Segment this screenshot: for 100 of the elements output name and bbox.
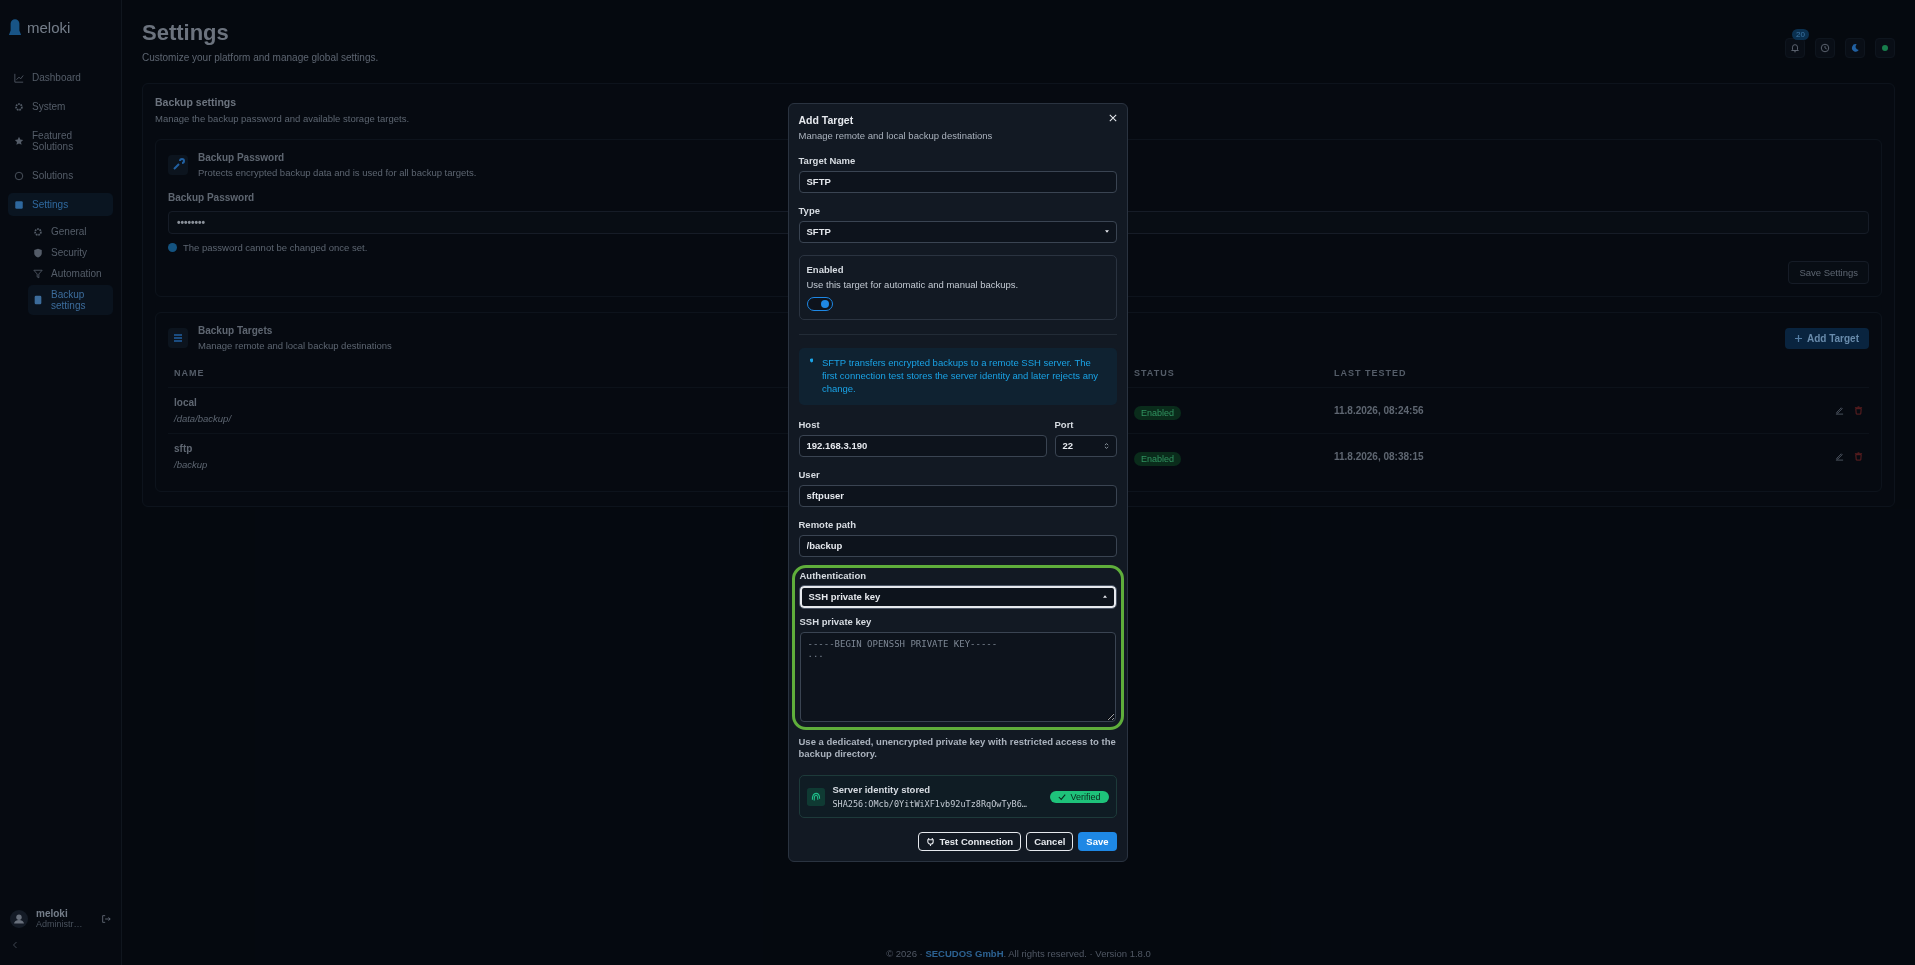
nav-item[interactable]: Dashboard (8, 66, 113, 89)
stepper-icon[interactable] (1103, 441, 1109, 450)
field-label: Authentication (799, 569, 867, 581)
test-connection-button[interactable]: Test Connection (918, 832, 1022, 852)
chart-icon (14, 72, 24, 83)
nav-subitem[interactable]: Automation (28, 264, 113, 283)
field-label: Target Name (798, 154, 857, 166)
database-icon (33, 295, 43, 305)
verified-badge: Verified (1050, 790, 1109, 803)
help-button[interactable] (1815, 38, 1835, 58)
gear-icon (14, 101, 24, 112)
private-key-field[interactable]: -----BEGIN OPENSSH PRIVATE KEY----- ... (799, 631, 1116, 722)
clock-icon (1820, 43, 1830, 53)
check-icon (1058, 792, 1067, 801)
field-label: Port (1054, 418, 1075, 430)
key-icon (168, 155, 188, 175)
status-button[interactable] (1875, 38, 1895, 58)
status-tag: Enabled (1134, 405, 1182, 420)
target-name: local (174, 397, 197, 408)
chevron-left-icon[interactable] (12, 941, 18, 949)
authentication-select[interactable]: SSH private key (799, 585, 1116, 608)
info-icon (168, 243, 177, 252)
nav-item[interactable]: Solutions (8, 164, 113, 187)
moon-icon (1850, 43, 1860, 53)
field-label: Remote path (798, 518, 858, 530)
type-select[interactable]: SFTP (798, 220, 1117, 243)
nav-item[interactable]: Featured Solutions (8, 124, 113, 158)
user-avatar-icon (10, 909, 28, 928)
user-name: meloki (36, 908, 69, 919)
last-tested-cell: 11.8.2026, 08:38:15 (1334, 451, 1424, 462)
edit-icon[interactable] (1835, 452, 1844, 461)
fingerprint-icon (806, 787, 825, 806)
add-target-button[interactable]: Add Target (1784, 327, 1869, 349)
card-title: Backup Password (198, 152, 285, 163)
nav-item[interactable]: Settings (8, 193, 113, 216)
status-dot-icon (1882, 45, 1888, 51)
user-field[interactable]: sftpuser (798, 484, 1117, 507)
nav-subitem[interactable]: Security (28, 243, 113, 262)
plug-icon (926, 837, 936, 847)
edit-icon[interactable] (1835, 406, 1844, 415)
field-label: User (798, 468, 821, 480)
dialog-subtitle: Manage remote and local backup destinations (798, 129, 993, 141)
enabled-title: Enabled (806, 263, 845, 275)
theme-button[interactable] (1845, 38, 1865, 58)
field-label: SSH private key (799, 615, 873, 627)
host-field[interactable]: 192.168.3.190 (798, 434, 1047, 457)
save-button[interactable]: Save (1078, 832, 1117, 852)
close-icon[interactable] (1108, 113, 1117, 122)
trash-icon[interactable] (1854, 406, 1863, 415)
enabled-toggle[interactable] (806, 296, 833, 311)
card-subtitle: Manage remote and local backup destinations (198, 340, 392, 351)
target-path: /backup (174, 459, 208, 470)
caret-up-icon (1102, 595, 1107, 599)
sliders-icon (14, 199, 24, 210)
star-icon (14, 136, 24, 146)
column-header: LAST TESTED (1334, 368, 1407, 378)
field-label: Host (798, 418, 821, 430)
funnel-icon (33, 268, 43, 279)
save-settings-button[interactable]: Save Settings (1788, 261, 1869, 284)
fingerprint-text: SHA256:OMcb/0YitWiXF1vb92uTz8RqOwTyB6… (832, 799, 1027, 810)
password-note: The password cannot be changed once set. (183, 242, 368, 253)
card-title: Backup Targets (198, 325, 273, 336)
info-text: SFTP transfers encrypted backups to a remote SSH server. The first connection test stores the server identity and later rejects any change. (821, 355, 1100, 396)
nav-subitem[interactable]: General (28, 222, 113, 241)
target-name-field[interactable]: SFTP (798, 170, 1117, 193)
section-subtitle: Manage the backup password and available storage targets. (155, 113, 410, 124)
notification-count: 20 (1792, 29, 1809, 40)
target-name: sftp (174, 443, 193, 454)
card-subtitle: Protects encrypted backup data and is used for all backup targets. (198, 167, 477, 178)
column-header: NAME (174, 368, 205, 378)
nav-item[interactable]: System (8, 95, 113, 118)
section-title: Backup settings (155, 96, 237, 108)
logout-icon[interactable] (101, 913, 111, 924)
enabled-description: Use this target for automatic and manual backups. (806, 278, 1020, 290)
field-label: Type (798, 204, 821, 216)
key-hint: Use a dedicated, unencrypted private key with restricted access to the backup directory. (798, 735, 1117, 762)
trash-icon[interactable] (1854, 452, 1863, 461)
footer-text: © 2026 · SECUDOS GmbH. All rights reserved. · Version 1.8.0 (886, 948, 1151, 959)
user-role: Administr… (36, 919, 84, 929)
nav-subitem[interactable]: Backup settings (28, 285, 113, 315)
gear-icon (33, 226, 43, 237)
cancel-button[interactable]: Cancel (1026, 832, 1074, 852)
remote-path-field[interactable]: /backup (798, 534, 1117, 557)
caret-down-icon (1104, 230, 1109, 234)
notifications-button[interactable] (1785, 38, 1805, 58)
globe-icon (14, 170, 24, 181)
last-tested-cell: 11.8.2026, 08:24:56 (1334, 405, 1424, 416)
shield-icon (33, 247, 43, 258)
port-field[interactable]: 22 (1054, 434, 1117, 457)
bell-icon (1790, 43, 1800, 53)
identity-title: Server identity stored (832, 784, 931, 796)
page-subtitle: Customize your platform and manage global settings. (142, 52, 379, 63)
list-icon (168, 328, 188, 348)
plus-icon (1794, 334, 1802, 342)
target-path: /data/backup/ (174, 413, 232, 424)
status-tag: Enabled (1134, 451, 1182, 466)
field-label: Backup Password (168, 192, 256, 203)
column-header: STATUS (1134, 368, 1175, 378)
page-title: Settings (142, 20, 230, 46)
logo-text: meloki (27, 18, 71, 36)
